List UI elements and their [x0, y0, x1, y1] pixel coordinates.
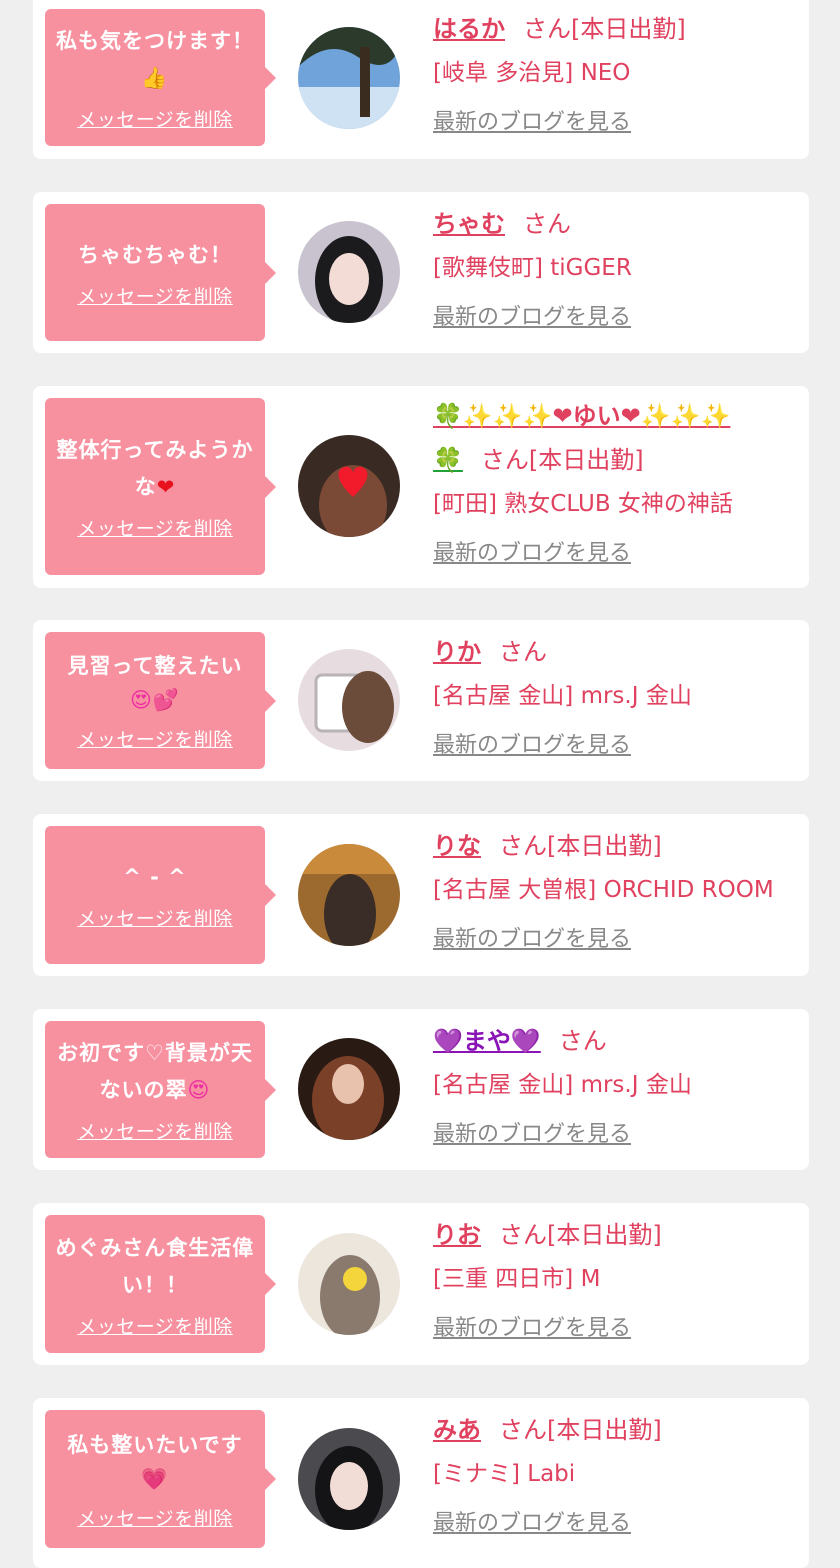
message-text: ちゃむちゃむ！ [78, 242, 232, 267]
smiling-face-icon: 😍 [187, 1078, 211, 1102]
girl-status: さん [523, 210, 571, 238]
message-card: めぐみさん食生活偉い！！ メッセージを削除 りお さん[本日出勤] [三重 四日市… [33, 1203, 809, 1365]
girl-status: さん[本日出勤] [499, 832, 662, 860]
girl-name-link[interactable]: はるか [433, 15, 505, 43]
message-bubble: 見習って整えたい 😍💕 メッセージを削除 [45, 632, 276, 769]
girl-name-link[interactable]: みあ [433, 1416, 481, 1444]
latest-blog-link[interactable]: 最新のブログを見る [433, 1313, 799, 1345]
delete-message-link[interactable]: メッセージを削除 [77, 1117, 233, 1144]
girl-info: 💜まや💜 さん [名古屋 金山] mrs.J 金山 最新のブログを見る [433, 1019, 799, 1151]
girl-info: 🍀✨✨✨❤ゆい❤✨✨✨ 🍀 さん[本日出勤] [町田] 熟女CLUB 女神の神話 … [433, 394, 799, 570]
message-bubble: お初です♡背景が天ないの翠😍 メッセージを削除 [45, 1021, 276, 1158]
girl-status: さん[本日出勤] [480, 446, 644, 474]
message-bubble: 整体行ってみようかな❤ メッセージを削除 [45, 398, 276, 575]
latest-blog-link[interactable]: 最新のブログを見る [433, 302, 799, 334]
message-card: 私も気をつけます！👍 メッセージを削除 はるか さん[本日出勤] [岐阜 多治見]… [33, 0, 809, 159]
avatar[interactable] [298, 844, 400, 946]
avatar[interactable] [298, 27, 400, 129]
message-text: ^ - ^ [123, 865, 187, 889]
delete-message-link[interactable]: メッセージを削除 [77, 1312, 233, 1339]
girl-status: さん [558, 1027, 607, 1055]
delete-message-link[interactable]: メッセージを削除 [77, 725, 233, 752]
thumbs-up-icon: 👍 [141, 66, 169, 90]
message-text: お初です♡背景が天ないの翠😍 [57, 1041, 253, 1102]
delete-message-link[interactable]: メッセージを削除 [77, 282, 233, 309]
shop-label: [名古屋 金山] mrs.J 金山 [433, 1072, 692, 1098]
message-card: お初です♡背景が天ないの翠😍 メッセージを削除 💜まや💜 さん [名古屋 金山] … [33, 1009, 809, 1170]
girl-info: みあ さん[本日出勤] [ミナミ] Labi 最新のブログを見る [433, 1408, 799, 1540]
girl-name-link[interactable]: りお [433, 1221, 481, 1249]
shop-label: [町田] 熟女CLUB 女神の神話 [433, 491, 733, 517]
girl-name-link[interactable]: 💜まや💜 [433, 1027, 541, 1055]
girl-status: さん[本日出勤] [499, 1221, 662, 1249]
heart-icon: ❤ [156, 475, 176, 499]
shop-label: [歌舞伎町] tiGGER [433, 255, 632, 281]
shop-label: [ミナミ] Labi [433, 1461, 576, 1487]
message-text: めぐみさん食生活偉い！！ [55, 1235, 255, 1297]
avatar[interactable] [298, 1038, 400, 1140]
girl-status: さん[本日出勤] [499, 1416, 662, 1444]
message-bubble: ちゃむちゃむ！ メッセージを削除 [45, 204, 276, 341]
shop-label: [岐阜 多治見] NEO [433, 60, 631, 86]
message-text: 私も気をつけます！👍 [56, 29, 254, 90]
avatar[interactable] [298, 1233, 400, 1335]
latest-blog-link[interactable]: 最新のブログを見る [433, 730, 799, 762]
girl-info: りか さん [名古屋 金山] mrs.J 金山 最新のブログを見る [433, 630, 799, 762]
girl-name-link[interactable]: ちゃむ [433, 210, 505, 238]
girl-info: はるか さん[本日出勤] [岐阜 多治見] NEO 最新のブログを見る [433, 7, 799, 139]
latest-blog-link[interactable]: 最新のブログを見る [433, 538, 799, 570]
girl-name-link[interactable]: 🍀✨✨✨❤ゆい❤✨✨✨ [433, 402, 730, 430]
girl-info: ちゃむ さん [歌舞伎町] tiGGER 最新のブログを見る [433, 202, 799, 334]
girl-info: りな さん[本日出勤] [名古屋 大曽根] ORCHID ROOM 最新のブログを… [433, 824, 799, 956]
clover-icon: 🍀 [433, 446, 463, 474]
latest-blog-link[interactable]: 最新のブログを見る [433, 1508, 799, 1540]
message-bubble: めぐみさん食生活偉い！！ メッセージを削除 [45, 1215, 276, 1353]
shop-label: [名古屋 金山] mrs.J 金山 [433, 683, 692, 709]
emoji-icons: 😍💕 [129, 688, 181, 712]
avatar[interactable] [298, 221, 400, 323]
girl-info: りお さん[本日出勤] [三重 四日市] M 最新のブログを見る [433, 1213, 799, 1345]
message-card: 整体行ってみようかな❤ メッセージを削除 🍀✨✨✨❤ゆい❤✨✨✨ 🍀 さん[本日出… [33, 386, 809, 588]
shop-label: [名古屋 大曽根] ORCHID ROOM [433, 877, 774, 903]
shop-label: [三重 四日市] M [433, 1266, 601, 1292]
avatar[interactable] [298, 649, 400, 751]
girl-name-link[interactable]: りか [433, 638, 481, 666]
message-bubble: 私も整いたいです 💗 メッセージを削除 [45, 1410, 276, 1548]
message-list: 私も気をつけます！👍 メッセージを削除 はるか さん[本日出勤] [岐阜 多治見]… [0, 0, 840, 1568]
latest-blog-link[interactable]: 最新のブログを見る [433, 924, 799, 956]
delete-message-link[interactable]: メッセージを削除 [77, 904, 233, 931]
delete-message-link[interactable]: メッセージを削除 [77, 514, 233, 541]
message-card: ちゃむちゃむ！ メッセージを削除 ちゃむ さん [歌舞伎町] tiGGER 最新の… [33, 192, 809, 353]
message-card: ^ - ^ メッセージを削除 りな さん[本日出勤] [名古屋 大曽根] ORCH… [33, 814, 809, 976]
message-card: 見習って整えたい 😍💕 メッセージを削除 りか さん [名古屋 金山] mrs.J … [33, 620, 809, 781]
delete-message-link[interactable]: メッセージを削除 [77, 105, 233, 132]
delete-message-link[interactable]: メッセージを削除 [77, 1504, 233, 1531]
avatar[interactable] [298, 1428, 400, 1530]
sparkling-heart-icon: 💗 [141, 1466, 169, 1491]
latest-blog-link[interactable]: 最新のブログを見る [433, 1119, 799, 1151]
girl-status: さん[本日出勤] [523, 15, 686, 43]
message-text: 見習って整えたい 😍💕 [67, 654, 243, 712]
message-bubble: 私も気をつけます！👍 メッセージを削除 [45, 9, 276, 146]
girl-status: さん [499, 638, 547, 666]
message-text: 整体行ってみようかな❤ [56, 438, 254, 499]
latest-blog-link[interactable]: 最新のブログを見る [433, 107, 799, 139]
girl-name-link[interactable]: りな [433, 832, 481, 860]
message-card: 私も整いたいです 💗 メッセージを削除 みあ さん[本日出勤] [ミナミ] Labi… [33, 1398, 809, 1568]
message-bubble: ^ - ^ メッセージを削除 [45, 826, 276, 964]
avatar[interactable] [298, 435, 400, 537]
message-text: 私も整いたいです 💗 [67, 1432, 243, 1491]
